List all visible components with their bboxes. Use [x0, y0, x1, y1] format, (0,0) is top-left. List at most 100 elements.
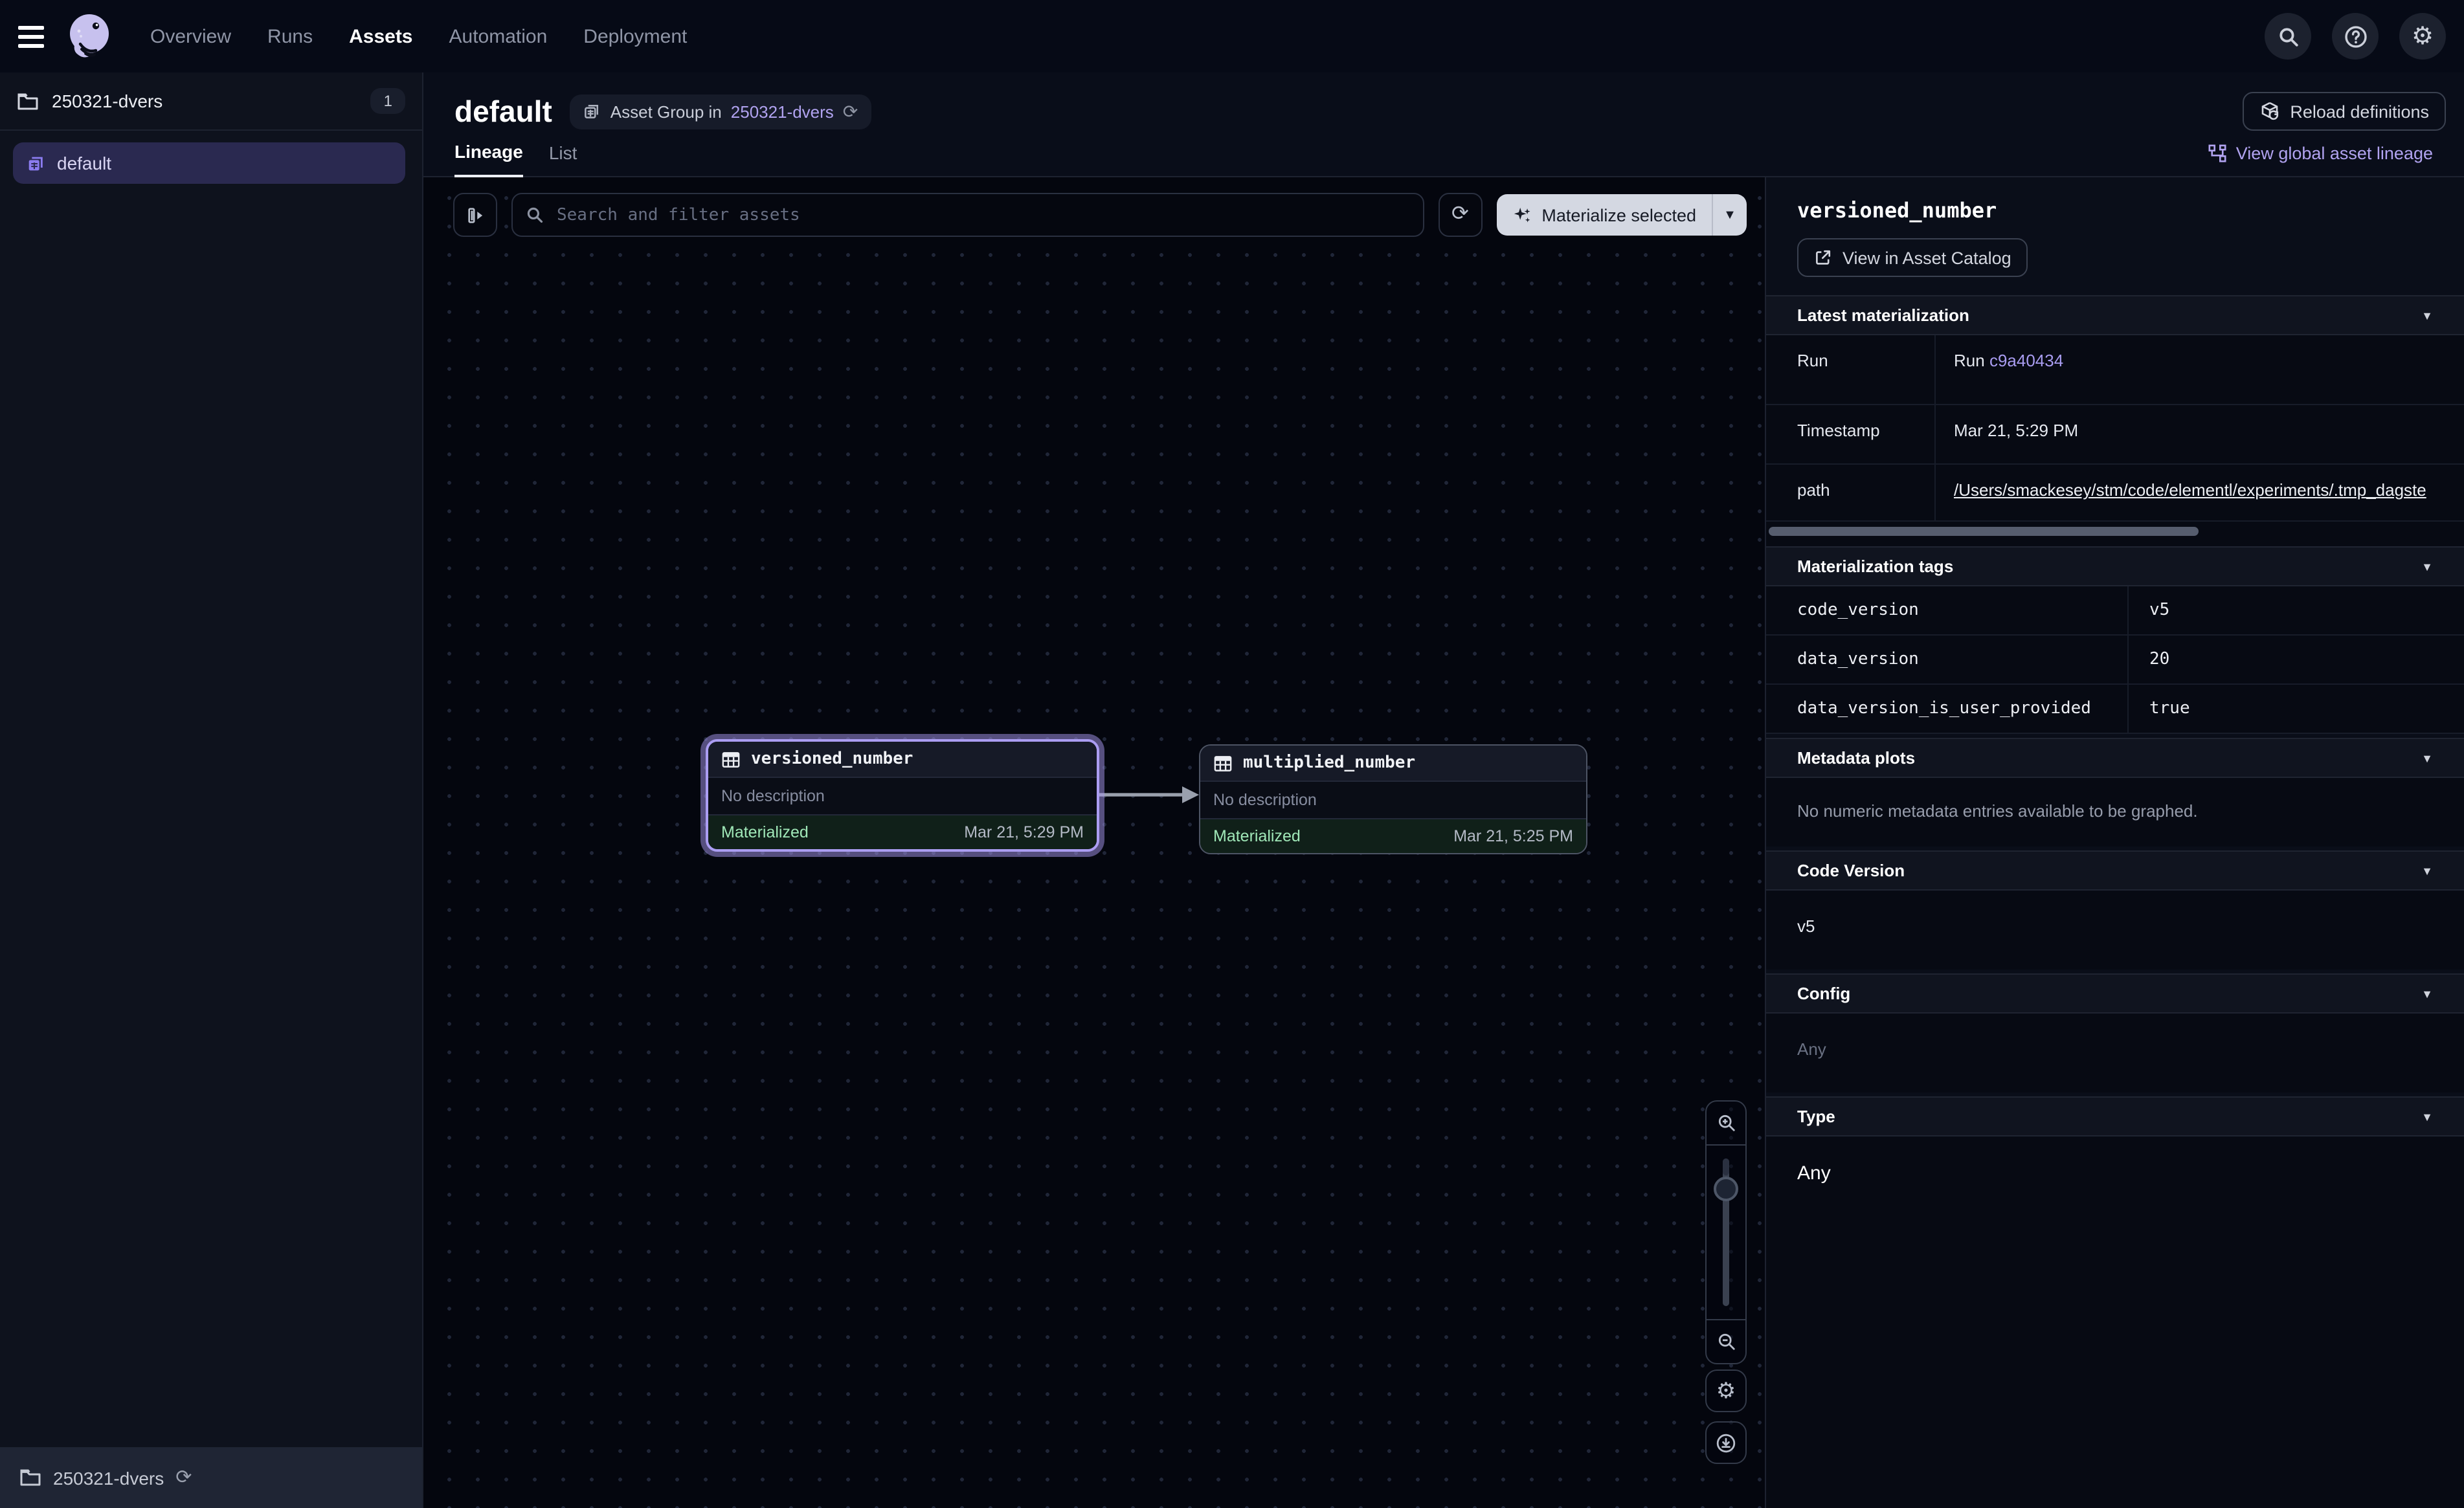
lineage-canvas[interactable]: ⟳ Materi	[423, 177, 1765, 1508]
materialize-dropdown-toggle[interactable]: ▼	[1712, 194, 1747, 236]
section-code-version[interactable]: Code Version ▼	[1766, 850, 2464, 891]
search-icon	[526, 206, 544, 224]
settings-button[interactable]: ⚙	[2399, 13, 2446, 60]
graph-toolbar: ⟳ Materi	[453, 193, 1747, 237]
materialize-selected-button[interactable]: Materialize selected ▼	[1496, 194, 1747, 236]
zoom-slider-thumb[interactable]	[1714, 1177, 1738, 1201]
tag-key: data_version_is_user_provided	[1766, 685, 2129, 733]
nav-automation[interactable]: Automation	[449, 25, 548, 47]
metadata-plots-empty-text: No numeric metadata entries available to…	[1766, 778, 2464, 847]
reload-definitions-button[interactable]: Reload definitions	[2242, 92, 2446, 131]
asset-node-timestamp: Mar 21, 5:29 PM	[964, 823, 1084, 841]
nav-overview[interactable]: Overview	[150, 25, 231, 47]
section-latest-materialization[interactable]: Latest materialization ▼	[1766, 295, 2464, 335]
caret-down-icon: ▼	[1723, 208, 1736, 222]
nav-runs[interactable]: Runs	[267, 25, 313, 47]
expand-panel-button[interactable]	[453, 193, 497, 237]
folder-icon	[19, 1468, 41, 1487]
path-link[interactable]: /Users/smackesey/stm/code/elementl/exper…	[1954, 480, 2426, 500]
tag-value: true	[2129, 685, 2464, 733]
tag-value: v5	[2129, 586, 2464, 634]
tag-row: code_version v5	[1766, 586, 2464, 636]
view-global-asset-lineage-label: View global asset lineage	[2236, 144, 2433, 163]
nav-assets[interactable]: Assets	[349, 25, 412, 47]
gear-icon: ⚙	[1716, 1380, 1736, 1402]
graph-settings-button[interactable]: ⚙	[1705, 1369, 1747, 1412]
tag-value: 20	[2129, 636, 2464, 683]
chevron-down-icon: ▼	[2421, 1110, 2433, 1123]
chip-prefix: Asset Group in	[610, 102, 722, 121]
nav-deployment[interactable]: Deployment	[583, 25, 687, 47]
dagster-logo[interactable]	[65, 12, 114, 61]
sidebar-item-label: default	[57, 153, 111, 173]
section-heading: Materialization tags	[1797, 557, 1953, 576]
page-title: default	[454, 94, 552, 129]
tag-key: data_version	[1766, 636, 2129, 683]
tag-row: data_version_is_user_provided true	[1766, 685, 2464, 734]
tab-lineage[interactable]: Lineage	[454, 141, 523, 177]
asset-group-icon	[583, 102, 601, 120]
horizontal-scrollbar-thumb[interactable]	[1769, 527, 2198, 536]
tabs-row: Lineage List View global asset lineage	[423, 141, 2464, 177]
search-input[interactable]	[554, 204, 1409, 226]
top-bar: Overview Runs Assets Automation Deployme…	[0, 0, 2464, 72]
asset-sidebar: 250321-dvers 1 default	[0, 72, 423, 1508]
search-button[interactable]	[2265, 13, 2311, 60]
tag-row: data_version 20	[1766, 636, 2464, 685]
zoom-slider[interactable]	[1707, 1146, 1745, 1319]
search-icon	[2277, 25, 2299, 47]
section-heading: Code Version	[1797, 861, 1905, 880]
panel-asset-title: versioned_number	[1797, 198, 2433, 223]
tab-list[interactable]: List	[549, 142, 577, 176]
section-type[interactable]: Type ▼	[1766, 1096, 2464, 1137]
materialize-selected-label: Materialize selected	[1541, 205, 1696, 225]
latest-run-row: Run Run c9a40434	[1766, 335, 2464, 405]
view-in-asset-catalog-label: View in Asset Catalog	[1842, 248, 2011, 267]
sidebar-item-default-group[interactable]: default	[13, 142, 405, 184]
zoom-out-icon	[1716, 1332, 1736, 1351]
latest-run-key: Run	[1766, 335, 1936, 404]
section-metadata-plots[interactable]: Metadata plots ▼	[1766, 738, 2464, 778]
config-value: Any	[1766, 1014, 2464, 1092]
repo-name: 250321-dvers	[52, 91, 162, 111]
content-area: default Asset Group in 250321-dvers ⟳	[423, 72, 2464, 1508]
run-prefix: Run	[1954, 351, 1985, 370]
table-icon	[1213, 754, 1233, 772]
footer-repo-name: 250321-dvers	[53, 1467, 164, 1488]
external-link-icon	[1814, 249, 1832, 267]
download-graph-button[interactable]	[1705, 1421, 1747, 1464]
reload-cube-icon	[2259, 101, 2279, 122]
asset-group-icon	[26, 153, 45, 173]
asset-node-description: No description	[708, 778, 1097, 815]
refresh-graph-button[interactable]: ⟳	[1438, 193, 1482, 237]
view-global-asset-lineage-link[interactable]: View global asset lineage	[2208, 144, 2433, 176]
chip-repo-link[interactable]: 250321-dvers	[731, 102, 834, 121]
asset-node-multiplied-number[interactable]: multiplied_number No description Materia…	[1199, 744, 1587, 854]
panel-expand-icon	[465, 205, 485, 225]
help-button[interactable]	[2332, 13, 2379, 60]
latest-path-row: path /Users/smackesey/stm/code/elementl/…	[1766, 465, 2464, 522]
repo-count-badge: 1	[371, 88, 405, 114]
run-id-link[interactable]: c9a40434	[1989, 351, 2063, 370]
asset-detail-panel: versioned_number View in Asset Catalog L…	[1765, 177, 2464, 1508]
asset-node-versioned-number[interactable]: versioned_number No description Material…	[706, 739, 1099, 852]
view-in-asset-catalog-button[interactable]: View in Asset Catalog	[1797, 238, 2028, 277]
section-config[interactable]: Config ▼	[1766, 973, 2464, 1014]
zoom-in-button[interactable]	[1707, 1102, 1745, 1146]
section-heading: Metadata plots	[1797, 748, 1915, 768]
sidebar-footer[interactable]: 250321-dvers ⟳	[0, 1447, 422, 1508]
sync-icon[interactable]: ⟳	[843, 102, 858, 120]
sidebar-repo-row[interactable]: 250321-dvers 1	[0, 72, 422, 131]
section-materialization-tags[interactable]: Materialization tags ▼	[1766, 546, 2464, 586]
lineage-edge	[1081, 775, 1211, 814]
zoom-out-button[interactable]	[1707, 1319, 1745, 1363]
chevron-down-icon: ▼	[2421, 987, 2433, 1000]
sync-icon[interactable]: ⟳	[175, 1468, 192, 1487]
hamburger-menu-icon[interactable]	[18, 25, 44, 47]
asset-node-name: versioned_number	[751, 749, 913, 769]
section-heading: Latest materialization	[1797, 305, 1969, 325]
asset-node-timestamp: Mar 21, 5:25 PM	[1453, 827, 1573, 845]
refresh-icon: ⟳	[1451, 205, 1469, 225]
content-header: default Asset Group in 250321-dvers ⟳	[423, 72, 2464, 131]
latest-timestamp-row: Timestamp Mar 21, 5:29 PM	[1766, 405, 2464, 465]
